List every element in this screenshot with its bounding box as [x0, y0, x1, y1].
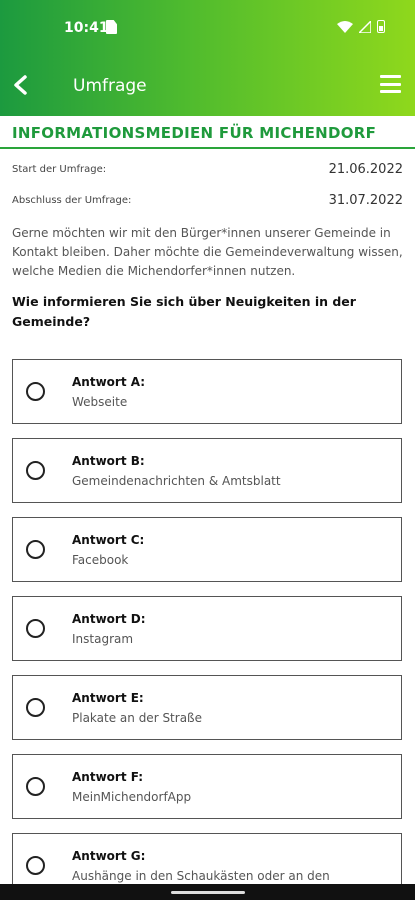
radio-button[interactable]: [26, 540, 45, 559]
answer-option-d[interactable]: Antwort D: Instagram: [12, 596, 402, 661]
radio-button[interactable]: [26, 856, 45, 875]
answer-label: Antwort A:: [72, 375, 146, 389]
answer-label: Antwort D:: [72, 612, 146, 626]
radio-button[interactable]: [26, 698, 45, 717]
radio-button[interactable]: [26, 461, 45, 480]
end-date-row: Abschluss der Umfrage: 31.07.2022: [12, 193, 403, 213]
answer-option-c[interactable]: Antwort C: Facebook: [12, 517, 402, 582]
app-title: Umfrage: [73, 76, 147, 96]
answer-label: Antwort C:: [72, 533, 145, 547]
sim-card-icon: [106, 20, 117, 34]
answer-text: MeinMichendorfApp: [72, 790, 192, 804]
answer-label: Antwort E:: [72, 691, 144, 705]
start-date-label: Start der Umfrage:: [12, 164, 107, 175]
start-date-row: Start der Umfrage: 21.06.2022: [12, 162, 403, 182]
wifi-icon: [337, 20, 353, 33]
answer-text: Aushänge in den Schaukästen oder an den: [72, 869, 330, 883]
answer-text: Gemeindenachrichten & Amtsblatt: [72, 474, 281, 488]
status-time: 10:41: [64, 20, 109, 36]
answer-option-e[interactable]: Antwort E: Plakate an der Straße: [12, 675, 402, 740]
app-header: 10:41 Umfrage: [0, 0, 415, 116]
answer-option-f[interactable]: Antwort F: MeinMichendorfApp: [12, 754, 402, 819]
title-divider: [0, 147, 415, 149]
answer-label: Antwort G:: [72, 849, 146, 863]
answer-option-b[interactable]: Antwort B: Gemeindenachrichten & Amtsbla…: [12, 438, 402, 503]
home-gesture-handle[interactable]: [171, 891, 245, 894]
start-date-value: 21.06.2022: [328, 162, 403, 177]
answer-text: Instagram: [72, 632, 134, 646]
answer-option-a[interactable]: Antwort A: Webseite: [12, 359, 402, 424]
back-arrow-icon[interactable]: [10, 73, 32, 97]
radio-button[interactable]: [26, 382, 45, 401]
answer-label: Antwort F:: [72, 770, 144, 784]
signal-icon: [359, 20, 371, 33]
end-date-value: 31.07.2022: [328, 193, 403, 208]
battery-icon: [377, 20, 385, 33]
survey-question: Wie informieren Sie sich über Neuigkeite…: [12, 294, 356, 329]
status-bar: 10:41: [0, 14, 415, 42]
answer-text: Plakate an der Straße: [72, 711, 202, 725]
system-icons: [337, 20, 385, 33]
radio-button[interactable]: [26, 777, 45, 796]
survey-title: INFORMATIONSMEDIEN FÜR MICHENDORF: [12, 124, 377, 142]
answer-label: Antwort B:: [72, 454, 145, 468]
radio-button[interactable]: [26, 619, 45, 638]
survey-intro: Gerne möchten wir mit den Bürger*innen u…: [12, 226, 403, 278]
answer-text: Webseite: [72, 395, 128, 409]
answer-text: Facebook: [72, 553, 129, 567]
end-date-label: Abschluss der Umfrage:: [12, 195, 132, 206]
hamburger-menu-icon[interactable]: [380, 75, 401, 93]
